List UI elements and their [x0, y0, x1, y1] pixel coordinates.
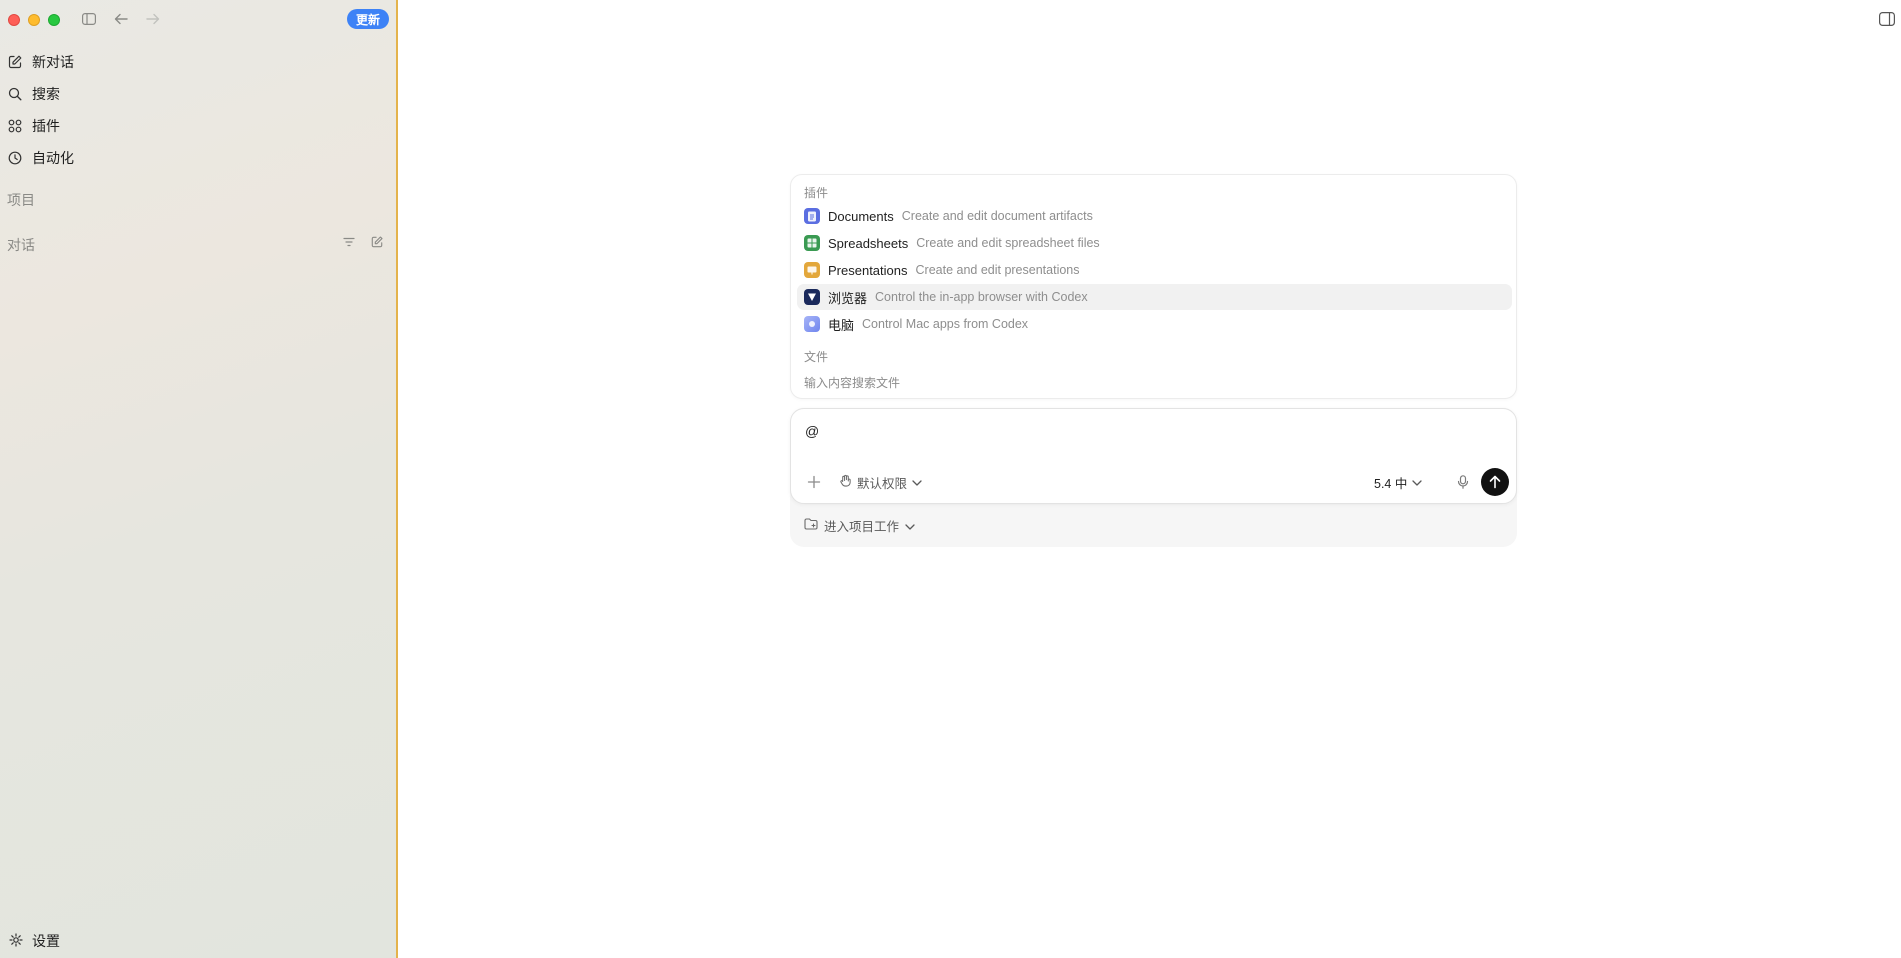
files-group-label: 文件 [804, 350, 829, 364]
plugin-item-browser[interactable]: 浏览器 Control the in-app browser with Code… [797, 284, 1512, 310]
plugin-item-spreadsheets[interactable]: Spreadsheets Create and edit spreadsheet… [797, 230, 1512, 256]
right-panel-toggle-icon[interactable] [1879, 12, 1896, 27]
projects-section-label: 项目 [7, 192, 35, 208]
plugin-item-computer[interactable]: 电脑 Control Mac apps from Codex [797, 311, 1512, 337]
attach-button[interactable] [805, 473, 823, 491]
plugin-description: Control Mac apps from Codex [862, 317, 1029, 331]
sidebar-item-label: 插件 [32, 118, 60, 134]
enter-project-label: 进入项目工作 [824, 520, 900, 534]
plugin-description: Create and edit document artifacts [901, 209, 1093, 223]
close-window-button[interactable] [8, 14, 20, 26]
sidebar-nav: 新对话 搜索 插件 自动化 [7, 46, 387, 174]
model-dropdown[interactable]: 5.4 中 [1374, 471, 1423, 493]
arrow-up-icon [1489, 475, 1501, 489]
sidebar-item-new-chat[interactable]: 新对话 [7, 46, 387, 78]
chevron-down-icon [912, 475, 922, 489]
enter-project-dropdown[interactable]: 进入项目工作 [804, 516, 915, 535]
plugin-name: Spreadsheets [828, 235, 909, 251]
plugin-name: Presentations [828, 262, 908, 278]
sidebar-item-label: 搜索 [32, 86, 60, 102]
sidebar: 更新 新对话 搜索 插件 自动化 项目 对话 设置 [0, 0, 398, 958]
composer-toolbar: 默认权限 5.4 中 [791, 468, 1516, 497]
folder-icon [804, 518, 818, 533]
conversations-section-label: 对话 [7, 237, 35, 253]
sidebar-item-plugins[interactable]: 插件 [7, 110, 387, 142]
new-conversation-icon[interactable] [370, 235, 384, 249]
plugin-item-presentations[interactable]: Presentations Create and edit presentati… [797, 257, 1512, 283]
files-search-hint: 输入内容搜索文件 [804, 376, 901, 390]
permission-label: 默认权限 [857, 476, 908, 491]
zoom-window-button[interactable] [48, 14, 60, 26]
chevron-down-icon [905, 519, 915, 533]
sidebar-item-automation[interactable]: 自动化 [7, 142, 387, 174]
filter-icon[interactable] [342, 235, 356, 249]
composer[interactable]: @ 默认权限 5.4 中 [790, 408, 1517, 504]
sidebar-item-label: 自动化 [32, 150, 74, 166]
send-button[interactable] [1481, 468, 1509, 496]
plugin-item-documents[interactable]: Documents Create and edit document artif… [797, 203, 1512, 229]
settings-button[interactable]: 设置 [9, 931, 60, 951]
plugins-group-label: 插件 [804, 186, 829, 200]
plugin-description: Control the in-app browser with Codex [875, 290, 1088, 304]
hand-icon [839, 474, 852, 490]
back-arrow-icon[interactable] [112, 10, 130, 28]
message-input[interactable]: @ [805, 423, 819, 439]
gear-icon [9, 932, 23, 950]
plugin-name: 电脑 [828, 317, 855, 333]
computer-icon [804, 316, 820, 332]
update-button[interactable]: 更新 [347, 9, 390, 29]
mention-popup: 插件 Documents Create and edit document ar… [790, 174, 1517, 399]
sidebar-item-search[interactable]: 搜索 [7, 78, 387, 110]
microphone-button[interactable] [1454, 473, 1472, 491]
permission-dropdown[interactable]: 默认权限 [839, 471, 922, 493]
search-icon [7, 86, 23, 102]
plugin-name: Documents [828, 208, 894, 224]
plus-icon [807, 475, 821, 489]
plugin-name: 浏览器 [828, 290, 868, 306]
browser-icon [804, 289, 820, 305]
conversation-tools [342, 235, 384, 249]
plugin-description: Create and edit spreadsheet files [916, 236, 1100, 250]
clock-icon [7, 150, 23, 166]
documents-icon [804, 208, 820, 224]
grid-icon [7, 118, 23, 134]
microphone-icon [1457, 475, 1469, 489]
toolbar [80, 10, 162, 28]
plugin-description: Create and edit presentations [915, 263, 1080, 277]
presentations-icon [804, 262, 820, 278]
sidebar-item-label: 新对话 [32, 54, 74, 70]
spreadsheets-icon [804, 235, 820, 251]
forward-arrow-icon[interactable] [144, 10, 162, 28]
settings-label: 设置 [32, 933, 60, 949]
model-label: 5.4 中 [1374, 476, 1408, 491]
chevron-down-icon [1412, 475, 1423, 489]
sidebar-toggle-icon[interactable] [80, 10, 98, 28]
window-controls [8, 14, 60, 26]
minimize-window-button[interactable] [28, 14, 40, 26]
composer-container: @ 默认权限 5.4 中 进入项目工作 [790, 408, 1517, 547]
compose-icon [7, 54, 23, 70]
